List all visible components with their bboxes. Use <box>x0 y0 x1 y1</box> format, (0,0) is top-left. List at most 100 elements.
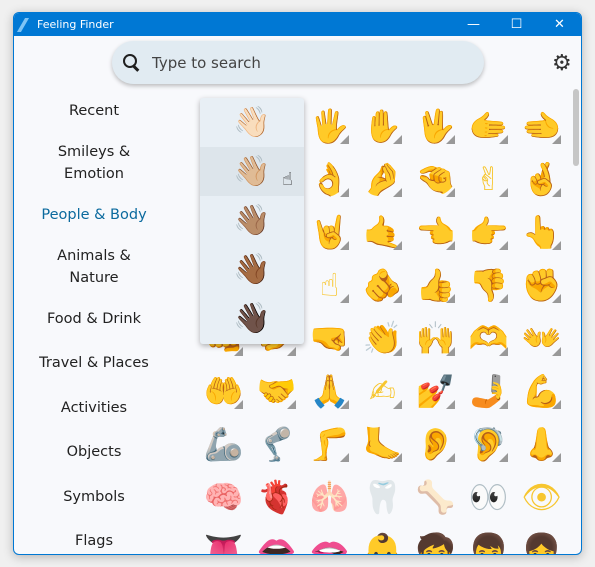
emoji-cell[interactable]: 👀 <box>462 470 515 523</box>
emoji-cell[interactable]: ✊ <box>515 258 568 311</box>
skin-tone-indicator-icon <box>393 400 402 409</box>
title-bar: Feeling Finder — ☐ ✕ <box>14 13 581 36</box>
emoji-cell[interactable]: 🫱 <box>462 99 515 152</box>
flutter-logo-icon <box>19 18 31 32</box>
emoji-cell[interactable]: 🦵 <box>303 417 356 470</box>
emoji-cell[interactable]: 👧 <box>515 523 568 555</box>
emoji-glyph: 👄 <box>256 530 297 555</box>
skin-tone-indicator-icon <box>340 400 349 409</box>
emoji-cell[interactable]: 💪 <box>515 364 568 417</box>
skin-tone-indicator-icon <box>446 453 455 462</box>
search-input[interactable] <box>152 53 452 72</box>
gear-icon[interactable]: ⚙ <box>552 51 572 76</box>
maximize-button[interactable]: ☐ <box>495 13 538 36</box>
hand-cursor-icon: ☝ <box>282 169 293 190</box>
emoji-cell[interactable]: 🦶 <box>356 417 409 470</box>
search-bar[interactable] <box>112 41 484 84</box>
emoji-cell[interactable]: 🤞 <box>515 152 568 205</box>
emoji-cell[interactable]: 👃 <box>515 417 568 470</box>
emoji-cell[interactable]: 👈 <box>409 205 462 258</box>
emoji-cell[interactable]: 👍 <box>409 258 462 311</box>
emoji-cell[interactable]: 💅 <box>409 364 462 417</box>
skin-tone-indicator-icon <box>499 241 508 250</box>
skin-tone-option[interactable]: 👋🏿 <box>200 294 304 343</box>
emoji-cell[interactable]: 🦷 <box>356 470 409 523</box>
emoji-cell[interactable]: 👅 <box>197 523 250 555</box>
emoji-cell[interactable]: 👶 <box>356 523 409 555</box>
emoji-glyph: ☝ <box>319 265 340 304</box>
skin-tone-indicator-icon <box>499 400 508 409</box>
emoji-cell[interactable]: 👉 <box>462 205 515 258</box>
emoji-cell[interactable]: 👦 <box>462 523 515 555</box>
sidebar-item-activities[interactable]: Activities <box>14 397 174 419</box>
emoji-cell[interactable]: 🫁 <box>303 470 356 523</box>
scrollbar[interactable] <box>573 89 579 166</box>
emoji-cell[interactable]: 👆 <box>515 205 568 258</box>
skin-tone-option[interactable]: 👋🏽 <box>200 196 304 245</box>
emoji-glyph: 👁 <box>521 477 562 516</box>
minimize-button[interactable]: — <box>452 13 495 36</box>
sidebar-item-symbols[interactable]: Symbols <box>14 486 174 508</box>
skin-tone-indicator-icon <box>340 294 349 303</box>
sidebar-item-people-body[interactable]: People & Body <box>14 204 174 226</box>
sidebar-item-animals-nature[interactable]: Animals & Nature <box>14 245 174 289</box>
emoji-cell[interactable]: 🖐 <box>303 99 356 152</box>
emoji-cell[interactable]: 🦾 <box>197 417 250 470</box>
sidebar-item-objects[interactable]: Objects <box>14 441 174 463</box>
emoji-cell[interactable]: 👎 <box>462 258 515 311</box>
emoji-cell[interactable]: 🫀 <box>250 470 303 523</box>
sidebar-item-recent[interactable]: Recent <box>14 100 174 122</box>
emoji-glyph: 👋🏻 <box>233 105 271 140</box>
skin-tone-indicator-icon <box>446 347 455 356</box>
emoji-cell[interactable]: 🫲 <box>515 99 568 152</box>
emoji-cell[interactable]: 🙌 <box>409 311 462 364</box>
sidebar-item-travel-places[interactable]: Travel & Places <box>14 352 174 374</box>
skin-tone-option[interactable]: 👋🏻 <box>200 98 304 147</box>
emoji-cell[interactable]: 🖖 <box>409 99 462 152</box>
emoji-glyph: ✍ <box>369 371 396 410</box>
skin-tone-popup: 👋🏻 👋🏼 ☝ 👋🏽 👋🏾 👋🏿 <box>200 98 304 344</box>
emoji-cell[interactable]: 🦻 <box>462 417 515 470</box>
emoji-cell[interactable]: 🤙 <box>356 205 409 258</box>
emoji-cell[interactable]: 🫶 <box>462 311 515 364</box>
emoji-cell[interactable]: ✋ <box>356 99 409 152</box>
skin-tone-indicator-icon <box>446 188 455 197</box>
emoji-cell[interactable]: 🫦 <box>303 523 356 555</box>
skin-tone-indicator-icon <box>552 135 561 144</box>
emoji-cell[interactable]: 🤏 <box>409 152 462 205</box>
emoji-cell[interactable]: 🧒 <box>409 523 462 555</box>
skin-tone-indicator-icon <box>446 241 455 250</box>
emoji-cell[interactable]: 👐 <box>515 311 568 364</box>
emoji-cell[interactable]: ✍ <box>356 364 409 417</box>
emoji-glyph: 🦴 <box>415 477 456 516</box>
skin-tone-indicator-icon <box>499 188 508 197</box>
sidebar-item-food-drink[interactable]: Food & Drink <box>14 308 174 330</box>
emoji-cell[interactable]: 🤘 <box>303 205 356 258</box>
emoji-cell[interactable]: 🦿 <box>250 417 303 470</box>
emoji-cell[interactable]: 👁 <box>515 470 568 523</box>
search-icon <box>122 53 142 73</box>
emoji-cell[interactable]: 🤲 <box>197 364 250 417</box>
close-button[interactable]: ✕ <box>538 13 581 36</box>
skin-tone-option[interactable]: 👋🏼 ☝ <box>200 147 304 196</box>
emoji-cell[interactable]: 👌 <box>303 152 356 205</box>
emoji-cell[interactable]: 🦴 <box>409 470 462 523</box>
emoji-glyph: 🦷 <box>362 477 403 516</box>
skin-tone-option[interactable]: 👋🏾 <box>200 245 304 294</box>
emoji-cell[interactable]: 🧠 <box>197 470 250 523</box>
emoji-cell[interactable]: 🫵 <box>356 258 409 311</box>
emoji-cell[interactable]: 🤳 <box>462 364 515 417</box>
emoji-cell[interactable]: 🤜 <box>303 311 356 364</box>
skin-tone-indicator-icon <box>552 294 561 303</box>
emoji-cell[interactable]: 👂 <box>409 417 462 470</box>
emoji-cell[interactable]: ☝ <box>303 258 356 311</box>
emoji-cell[interactable]: 🤝 <box>250 364 303 417</box>
emoji-cell[interactable]: 🤌 <box>356 152 409 205</box>
emoji-cell[interactable]: 👏 <box>356 311 409 364</box>
emoji-cell[interactable]: 👄 <box>250 523 303 555</box>
sidebar-item-smileys-emotion[interactable]: Smileys & Emotion <box>14 141 174 185</box>
skin-tone-indicator-icon <box>340 188 349 197</box>
emoji-cell[interactable]: ✌ <box>462 152 515 205</box>
emoji-cell[interactable]: 🙏 <box>303 364 356 417</box>
sidebar-item-flags[interactable]: Flags <box>14 530 174 552</box>
